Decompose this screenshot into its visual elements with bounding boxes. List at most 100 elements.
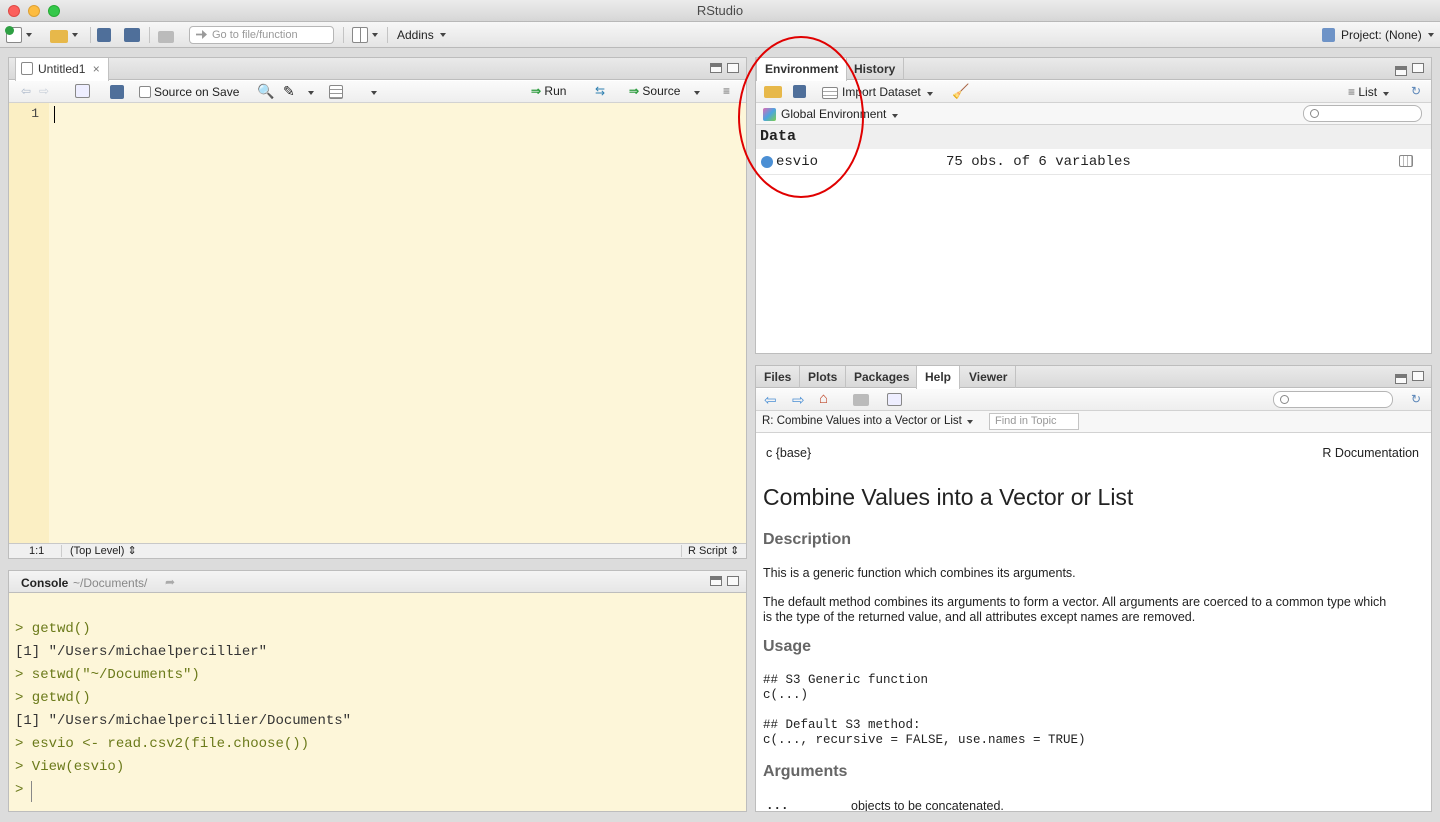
environment-tabstrip: Environment History bbox=[756, 58, 1431, 81]
go-to-directory-icon[interactable]: ➦ bbox=[165, 575, 175, 589]
environment-list: Data esvio 75 obs. of 6 variables bbox=[756, 125, 1431, 353]
table-icon bbox=[822, 86, 838, 99]
load-workspace-icon[interactable] bbox=[764, 86, 782, 98]
console-header: Console ~/Documents/ ➦ bbox=[9, 571, 746, 593]
files-tabstrip: Files Plots Packages Help Viewer bbox=[756, 366, 1431, 389]
refresh-icon[interactable]: ↻ bbox=[1411, 84, 1421, 98]
workspace-panes-button[interactable] bbox=[352, 26, 378, 44]
tab-untitled1[interactable]: Untitled1 × bbox=[15, 58, 109, 81]
maximize-help-button[interactable] bbox=[1412, 371, 1424, 381]
maximize-window-button[interactable] bbox=[48, 5, 60, 17]
editor-toolbar: ⇦ ⇨ Source on Save 🔍 ✎ ⇒ Run ⇆ ⇒ Source … bbox=[9, 81, 746, 103]
list-view-menu[interactable]: ≡ List bbox=[1348, 85, 1390, 99]
tab-plots[interactable]: Plots bbox=[800, 366, 847, 388]
magic-wand-icon[interactable]: ✎ bbox=[283, 83, 295, 100]
tab-files[interactable]: Files bbox=[756, 366, 801, 388]
tab-help[interactable]: Help bbox=[916, 366, 961, 389]
source-button[interactable]: ⇒ Source bbox=[629, 84, 701, 98]
console-line: > esvio <- read.csv2(file.choose()) bbox=[15, 736, 310, 752]
source-editor-pane: Untitled1 × ⇦ ⇨ Source on Save 🔍 ✎ ⇒ Run… bbox=[8, 57, 747, 559]
new-file-icon bbox=[5, 26, 22, 43]
help-pane: Files Plots Packages Help Viewer ⇦ ⇨ ⌂ ↻… bbox=[755, 365, 1432, 812]
environment-toolbar: Import Dataset 🧹 ≡ List ↻ bbox=[756, 81, 1431, 103]
help-forward-icon[interactable]: ⇨ bbox=[792, 391, 805, 409]
console-pane: Console ~/Documents/ ➦ > getwd() [1] "/U… bbox=[8, 570, 747, 812]
save-icon bbox=[97, 28, 111, 42]
open-file-button[interactable] bbox=[50, 26, 78, 44]
tab-viewer[interactable]: Viewer bbox=[961, 366, 1017, 388]
maximize-env-button[interactable] bbox=[1412, 63, 1424, 73]
import-dataset-menu[interactable]: Import Dataset bbox=[822, 85, 933, 99]
goto-arrow-icon bbox=[196, 30, 207, 39]
console-output[interactable]: > getwd() [1] "/Users/michaelpercillier"… bbox=[9, 593, 746, 811]
console-line: [1] "/Users/michaelpercillier" bbox=[15, 644, 268, 660]
tab-environment[interactable]: Environment bbox=[756, 58, 848, 81]
r-script-icon bbox=[21, 62, 33, 75]
home-icon[interactable]: ⌂ bbox=[819, 390, 828, 407]
find-in-topic-input[interactable]: Find in Topic bbox=[989, 413, 1079, 430]
outline-icon[interactable]: ≡ bbox=[723, 84, 730, 98]
env-row-esvio[interactable]: esvio 75 obs. of 6 variables bbox=[756, 149, 1431, 175]
save-button[interactable] bbox=[97, 26, 111, 44]
rerun-icon[interactable]: ⇆ bbox=[595, 84, 605, 98]
code-editor[interactable]: 1 bbox=[9, 103, 746, 543]
run-button[interactable]: ⇒ Run bbox=[531, 84, 566, 98]
minimize-env-button[interactable] bbox=[1395, 66, 1407, 76]
maximize-pane-button[interactable] bbox=[727, 63, 739, 73]
goto-file-input[interactable]: Go to file/function bbox=[189, 26, 334, 44]
save-all-button[interactable] bbox=[124, 26, 140, 44]
scope-selector[interactable]: (Top Level) ⇕ bbox=[70, 544, 137, 558]
window-title: RStudio bbox=[696, 3, 744, 18]
minimize-console-button[interactable] bbox=[710, 576, 722, 586]
editor-statusbar: 1:1 (Top Level) ⇕ R Script ⇕ bbox=[9, 543, 746, 558]
print-button[interactable] bbox=[158, 26, 174, 44]
back-arrow-icon[interactable]: ⇦ bbox=[21, 84, 31, 98]
expand-icon[interactable] bbox=[761, 156, 773, 168]
broom-icon[interactable]: 🧹 bbox=[952, 83, 969, 100]
tab-history[interactable]: History bbox=[846, 58, 905, 80]
compile-report-icon[interactable] bbox=[329, 85, 343, 99]
help-back-icon[interactable]: ⇦ bbox=[764, 391, 777, 409]
file-type-selector[interactable]: R Script ⇕ bbox=[688, 544, 739, 558]
line-gutter: 1 bbox=[9, 103, 49, 543]
addins-menu[interactable]: Addins bbox=[397, 26, 446, 44]
show-in-window-icon[interactable] bbox=[75, 84, 90, 98]
source-arrow-icon: ⇒ bbox=[629, 84, 640, 98]
save-icon[interactable] bbox=[110, 85, 124, 99]
help-toolbar: ⇦ ⇨ ⌂ ↻ bbox=[756, 389, 1431, 411]
grid-icon bbox=[352, 27, 368, 43]
new-file-button[interactable] bbox=[5, 26, 32, 44]
environment-search-input[interactable] bbox=[1303, 105, 1422, 122]
source-on-save-checkbox[interactable] bbox=[139, 86, 151, 98]
minimize-window-button[interactable] bbox=[28, 5, 40, 17]
minimize-pane-button[interactable] bbox=[710, 63, 722, 73]
help-topic-bar: R: Combine Values into a Vector or List … bbox=[756, 411, 1431, 433]
console-line: > getwd() bbox=[15, 690, 91, 706]
console-prompt: > bbox=[15, 782, 24, 798]
help-content: c {base} R Documentation Combine Values … bbox=[756, 434, 1431, 811]
maximize-console-button[interactable] bbox=[727, 576, 739, 586]
editor-tabstrip: Untitled1 × bbox=[9, 58, 746, 81]
tab-packages[interactable]: Packages bbox=[846, 366, 919, 388]
environment-scope-bar: Global Environment bbox=[756, 103, 1431, 125]
horizontal-splitter-right[interactable] bbox=[755, 355, 1432, 365]
minimize-help-button[interactable] bbox=[1395, 374, 1407, 384]
close-tab-icon[interactable]: × bbox=[93, 62, 100, 76]
forward-arrow-icon[interactable]: ⇨ bbox=[39, 84, 49, 98]
environment-icon bbox=[763, 108, 776, 122]
help-refresh-icon[interactable]: ↻ bbox=[1411, 392, 1421, 406]
global-environment-menu[interactable]: Global Environment bbox=[763, 107, 899, 122]
project-icon bbox=[1322, 28, 1335, 42]
help-search-input[interactable] bbox=[1273, 391, 1393, 408]
view-data-grid-icon[interactable] bbox=[1399, 155, 1413, 167]
save-workspace-icon[interactable] bbox=[793, 85, 806, 98]
help-topic-menu[interactable]: R: Combine Values into a Vector or List bbox=[762, 415, 973, 427]
project-menu[interactable]: Project: (None) bbox=[1322, 26, 1434, 44]
search-icon[interactable]: 🔍 bbox=[257, 83, 274, 100]
close-window-button[interactable] bbox=[8, 5, 20, 17]
horizontal-splitter-left[interactable] bbox=[8, 560, 747, 570]
show-in-new-window-icon[interactable] bbox=[887, 393, 902, 406]
console-line: > setwd("~/Documents") bbox=[15, 667, 200, 683]
console-line: [1] "/Users/michaelpercillier/Documents" bbox=[15, 713, 352, 729]
print-help-icon[interactable] bbox=[853, 394, 869, 406]
